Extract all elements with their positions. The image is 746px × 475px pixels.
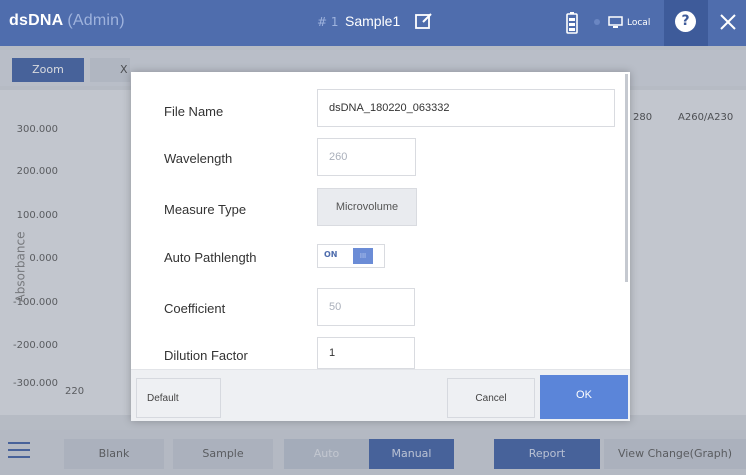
user-mode: (Admin) [67, 12, 125, 29]
cancel-button[interactable]: Cancel [447, 378, 535, 418]
title-bar: dsDNA (Admin) # 1 Sample1 Local ? [0, 0, 746, 46]
sample-settings-dialog: File Name dsDNA_180220_063332 Wavelength… [131, 72, 630, 421]
dilution-factor-label: Dilution Factor [164, 348, 248, 363]
dilution-factor-field[interactable]: 1 [317, 337, 415, 369]
file-name-field[interactable]: dsDNA_180220_063332 [317, 89, 615, 127]
auto-pathlength-label: Auto Pathlength [164, 250, 257, 265]
auto-pathlength-toggle[interactable]: ON III [317, 244, 385, 268]
wavelength-label: Wavelength [164, 151, 233, 166]
help-icon: ? [675, 11, 696, 32]
wavelength-field[interactable]: 260 [317, 138, 416, 176]
app-name: dsDNA [9, 12, 64, 29]
local-button[interactable]: Local [605, 10, 661, 36]
toggle-on-label: ON [324, 250, 338, 259]
help-button[interactable]: ? [664, 0, 708, 46]
monitor-icon [608, 16, 623, 28]
sample-name: Sample1 [345, 13, 401, 29]
coefficient-field[interactable]: 50 [317, 288, 415, 326]
default-button[interactable]: Default [136, 378, 221, 418]
app-title: dsDNA (Admin) [9, 12, 125, 30]
measure-type-field[interactable]: Microvolume [317, 188, 417, 226]
close-button[interactable] [710, 0, 746, 46]
edit-icon[interactable] [414, 11, 434, 31]
separator-dot [594, 19, 600, 25]
coefficient-label: Coefficient [164, 301, 226, 316]
dialog-footer: Default Cancel OK [131, 369, 630, 421]
measure-type-label: Measure Type [164, 202, 247, 217]
close-icon [720, 14, 736, 30]
battery-icon [566, 12, 578, 34]
local-label: Local [627, 18, 651, 28]
dialog-scrollbar[interactable] [625, 74, 628, 282]
ok-button[interactable]: OK [540, 375, 628, 419]
file-name-label: File Name [164, 104, 224, 119]
sample-number: # 1 [317, 15, 339, 29]
toggle-knob: III [353, 248, 373, 264]
